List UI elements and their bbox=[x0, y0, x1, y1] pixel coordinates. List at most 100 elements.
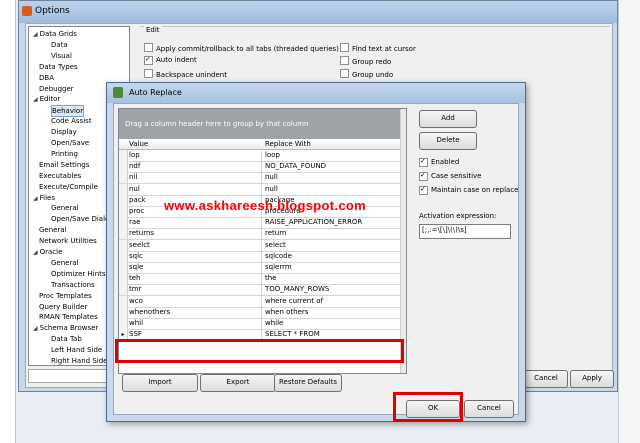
row-replace-with[interactable]: select bbox=[265, 241, 286, 249]
tree-item[interactable]: Code Assist bbox=[51, 116, 92, 126]
grid-row[interactable]: wco where current of bbox=[119, 295, 406, 308]
case-sensitive-checkbox[interactable]: Case sensitive bbox=[419, 172, 481, 181]
row-value[interactable]: tmr bbox=[129, 285, 262, 296]
grid-row[interactable]: whil while bbox=[119, 318, 406, 330]
row-value[interactable]: teh bbox=[129, 274, 262, 285]
row-replace-with[interactable]: TOO_MANY_ROWS bbox=[265, 285, 329, 293]
row-replace-with[interactable]: NO_DATA_FOUND bbox=[265, 162, 326, 170]
grid-row[interactable]: whenothers when others bbox=[119, 306, 406, 319]
tree-item[interactable]: General bbox=[51, 258, 79, 268]
tree-item[interactable]: Data bbox=[51, 40, 68, 50]
add-button[interactable]: Add bbox=[419, 110, 477, 128]
grid-row[interactable]: ndf NO_DATA_FOUND bbox=[119, 161, 406, 174]
grid-row[interactable]: seelct select bbox=[119, 239, 406, 252]
tree-item[interactable]: ◢ Data Grids bbox=[33, 29, 77, 40]
row-value[interactable]: sqle bbox=[129, 263, 262, 273]
grid-row[interactable]: rae RAISE_APPLICATION_ERROR bbox=[119, 217, 406, 230]
grid-row[interactable]: lop loop bbox=[119, 150, 406, 162]
grid-row[interactable]: sqle sqlerrm bbox=[119, 262, 406, 274]
grid-row[interactable]: returns return bbox=[119, 228, 406, 241]
row-replace-with[interactable]: where current of bbox=[265, 297, 323, 305]
grid-row[interactable]: nil null bbox=[119, 172, 406, 185]
export-button[interactable]: Export bbox=[200, 374, 276, 392]
row-replace-with[interactable]: loop bbox=[265, 151, 280, 159]
checkbox-box[interactable] bbox=[144, 56, 153, 65]
tree-item[interactable]: General bbox=[51, 203, 79, 213]
tree-item[interactable]: Proc Templates bbox=[39, 291, 92, 301]
checkbox-box[interactable] bbox=[144, 69, 153, 78]
row-replace-with[interactable]: when others bbox=[265, 308, 308, 316]
case-sensitive-check-box[interactable] bbox=[419, 172, 428, 181]
enabled-checkbox[interactable]: Enabled bbox=[419, 158, 459, 167]
tree-item[interactable]: Query Builder bbox=[39, 302, 87, 312]
edit-option-checkbox[interactable]: Group undo bbox=[340, 69, 393, 80]
tree-item[interactable]: Execute/Compile bbox=[39, 182, 98, 192]
tree-expander-icon[interactable]: ◢ bbox=[33, 195, 38, 202]
grid-scrollbar[interactable] bbox=[400, 109, 406, 373]
grid-row[interactable]: sqlc sqlcode bbox=[119, 250, 406, 263]
tree-item[interactable]: ◢ Oracle bbox=[33, 247, 62, 258]
options-apply-button[interactable]: Apply bbox=[570, 370, 614, 388]
tree-expander-icon[interactable]: ◢ bbox=[33, 325, 38, 332]
tree-item[interactable]: RMAN Templates bbox=[39, 312, 98, 322]
row-replace-with[interactable]: return bbox=[265, 229, 286, 237]
row-value[interactable]: lop bbox=[129, 151, 262, 161]
column-header-value[interactable]: Value bbox=[129, 140, 148, 148]
row-value[interactable]: wco bbox=[129, 296, 262, 307]
tree-item[interactable]: DBA bbox=[39, 73, 54, 83]
restore-defaults-button[interactable]: Restore Defaults bbox=[274, 374, 342, 392]
row-replace-with[interactable]: sqlcode bbox=[265, 252, 292, 260]
tree-expander-icon[interactable]: ◢ bbox=[33, 96, 38, 103]
tree-item[interactable]: Visual bbox=[51, 51, 72, 61]
tree-item[interactable]: Email Settings bbox=[39, 160, 89, 170]
tree-item[interactable]: Network Utilities bbox=[39, 236, 97, 246]
tree-item[interactable]: ◢ Schema Browser bbox=[33, 323, 98, 334]
tree-item[interactable]: ◢ Editor bbox=[33, 94, 60, 105]
delete-button[interactable]: Delete bbox=[419, 132, 477, 150]
tree-item[interactable]: Right Hand Side bbox=[51, 356, 107, 365]
tree-item[interactable]: Transactions bbox=[51, 280, 95, 290]
tree-item[interactable]: Display bbox=[51, 127, 77, 137]
tree-item[interactable]: Printing bbox=[51, 149, 78, 159]
row-value[interactable]: whil bbox=[129, 319, 262, 329]
tree-item[interactable]: ◢ Files bbox=[33, 193, 55, 204]
checkbox-box[interactable] bbox=[144, 43, 153, 52]
row-replace-with[interactable]: null bbox=[265, 173, 278, 181]
row-replace-with[interactable]: RAISE_APPLICATION_ERROR bbox=[265, 218, 362, 226]
enabled-check-box[interactable] bbox=[419, 158, 428, 167]
row-value[interactable]: returns bbox=[129, 229, 262, 240]
tree-expander-icon[interactable]: ◢ bbox=[33, 249, 38, 256]
tree-item[interactable]: General bbox=[39, 225, 67, 235]
tree-item[interactable]: Optimizer Hints bbox=[51, 269, 106, 279]
import-button[interactable]: Import bbox=[122, 374, 198, 392]
row-value[interactable]: seelct bbox=[129, 240, 262, 251]
row-value[interactable]: whenothers bbox=[129, 307, 262, 318]
column-header-replace-with[interactable]: Replace With bbox=[265, 140, 311, 148]
row-replace-with[interactable]: while bbox=[265, 319, 283, 327]
checkbox-box[interactable] bbox=[340, 69, 349, 78]
row-replace-with[interactable]: the bbox=[265, 274, 277, 282]
edit-option-checkbox[interactable]: Find text at cursor bbox=[340, 43, 416, 54]
dialog-cancel-button[interactable]: Cancel bbox=[464, 400, 514, 418]
activation-expression-input[interactable]: [;,:=\[\]\(\)\s] bbox=[419, 224, 511, 239]
tree-item[interactable]: Data Tab bbox=[51, 334, 82, 344]
row-value[interactable]: nul bbox=[129, 184, 262, 195]
options-cancel-button[interactable]: Cancel bbox=[524, 370, 568, 388]
tree-item[interactable]: Left Hand Side bbox=[51, 345, 102, 355]
grid-row[interactable]: teh the bbox=[119, 273, 406, 286]
grid-row[interactable]: tmr TOO_MANY_ROWS bbox=[119, 284, 406, 297]
edit-option-checkbox[interactable]: Group redo bbox=[340, 56, 391, 67]
tree-item[interactable]: Open/Save Dialog bbox=[51, 214, 114, 224]
checkbox-box[interactable] bbox=[340, 56, 349, 65]
tree-item[interactable]: Data Types bbox=[39, 62, 78, 72]
maintain-case-check-box[interactable] bbox=[419, 186, 428, 195]
checkbox-box[interactable] bbox=[340, 43, 349, 52]
tree-item[interactable]: Debugger bbox=[39, 84, 74, 94]
row-value[interactable]: sqlc bbox=[129, 251, 262, 262]
tree-item[interactable]: Open/Save bbox=[51, 138, 89, 148]
edit-option-checkbox[interactable]: Apply commit/rollback to all tabs (threa… bbox=[144, 43, 339, 54]
row-value[interactable]: ndf bbox=[129, 162, 262, 173]
row-value[interactable]: nil bbox=[129, 173, 262, 184]
edit-option-checkbox[interactable]: Auto indent bbox=[144, 56, 197, 65]
maintain-case-checkbox[interactable]: Maintain case on replace bbox=[419, 186, 518, 195]
